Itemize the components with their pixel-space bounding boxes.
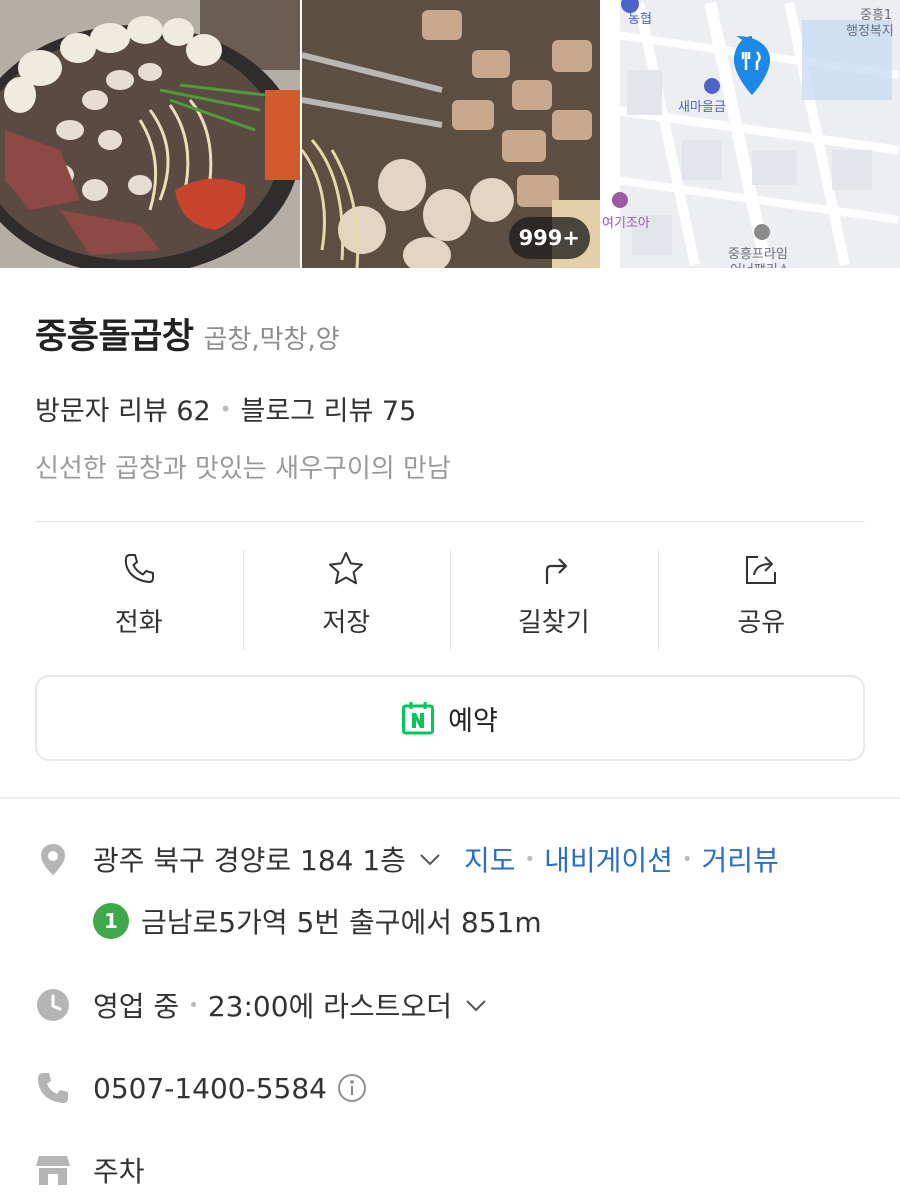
subway-row: 1 금남로5가역 5번 출구에서 851m <box>93 901 865 941</box>
title-row: 중흥돌곱창 곱창,막창,양 <box>35 308 865 359</box>
info-icon[interactable] <box>337 1073 367 1103</box>
phone-icon <box>124 554 154 583</box>
chevron-down-icon[interactable] <box>418 847 442 871</box>
place-description: 신선한 곱창과 맛있는 새우구이의 만남 <box>35 454 451 484</box>
share-label: 공유 <box>737 608 786 638</box>
call-button[interactable]: 전화 <box>35 548 243 648</box>
photo-count-badge: 999+ <box>508 217 590 259</box>
streetview-link[interactable]: 거리뷰 <box>702 839 779 879</box>
separator-dot: • <box>681 848 693 870</box>
parking-row: 주차 <box>35 1150 865 1190</box>
address-text[interactable]: 광주 북구 경양로 184 1층 <box>93 839 406 879</box>
separator-dot: • <box>188 994 199 1016</box>
address-row: 광주 북구 경양로 184 1층 지도 • 내비게이션 • 거리뷰 <box>35 839 865 879</box>
share-button[interactable]: 공유 <box>657 548 866 650</box>
location-pin-icon <box>41 844 65 875</box>
phone-icon <box>38 1073 68 1103</box>
map-link[interactable]: 지도 <box>464 839 516 879</box>
subway-line-badge: 1 <box>93 903 129 939</box>
blog-review-link[interactable]: 블로그 리뷰 75 <box>241 389 417 428</box>
naver-booking-icon <box>402 702 435 735</box>
food-photo-2[interactable]: 999+ <box>302 0 600 268</box>
map-label-apartment-2: 어너팰리스 <box>730 259 790 268</box>
image-gallery: 999+ 농협 중흥1 행정복지 새마을금 여기조아 중흥프라임 <box>0 0 900 268</box>
directions-label: 길찾기 <box>517 608 590 638</box>
business-status: 영업 중 <box>93 990 180 1023</box>
chevron-down-icon[interactable] <box>464 993 488 1017</box>
directions-button[interactable]: 길찾기 <box>450 548 658 650</box>
place-name: 중흥돌곱창 <box>35 317 194 357</box>
star-icon <box>329 552 364 585</box>
action-bar: 전화 저장 길찾기 공유 <box>35 548 866 650</box>
hours-row[interactable]: 영업 중 • 23:00에 라스트오더 <box>35 985 865 1025</box>
section-divider <box>0 797 900 799</box>
clock-icon <box>37 989 69 1021</box>
reserve-button[interactable]: 예약 <box>35 675 865 761</box>
place-info: 중흥돌곱창 곱창,막창,양 방문자 리뷰 62 • 블로그 리뷰 75 신선한 … <box>0 308 900 761</box>
parking-text: 주차 <box>93 1155 145 1188</box>
save-button[interactable]: 저장 <box>242 548 451 650</box>
divider <box>35 521 865 522</box>
separator-dot: • <box>219 396 232 421</box>
review-row: 방문자 리뷰 62 • 블로그 리뷰 75 <box>35 389 865 428</box>
location-map-thumbnail[interactable]: 농협 중흥1 행정복지 새마을금 여기조아 중흥프라임 어너팰리스 <box>602 0 900 268</box>
subway-info: 금남로5가역 5번 출구에서 851m <box>141 906 542 939</box>
store-icon <box>36 1156 70 1185</box>
share-icon <box>746 556 777 584</box>
phone-row: 0507-1400-5584 <box>35 1070 865 1106</box>
map-label-saemaeul: 새마을금 <box>678 100 726 115</box>
separator-dot: • <box>524 848 536 870</box>
reserve-label: 예약 <box>448 705 498 737</box>
place-details: 광주 북구 경양로 184 1층 지도 • 내비게이션 • 거리뷰 1 금남로5… <box>0 839 900 1190</box>
visitor-review-link[interactable]: 방문자 리뷰 62 <box>35 389 211 428</box>
map-label-cafe: 여기조아 <box>602 216 650 231</box>
phone-number[interactable]: 0507-1400-5584 <box>93 1072 327 1105</box>
call-label: 전화 <box>114 608 163 638</box>
navigation-link[interactable]: 내비게이션 <box>544 839 673 879</box>
place-category: 곱창,막창,양 <box>203 325 340 355</box>
turn-right-arrow-icon <box>545 558 567 584</box>
map-label-bank: 농협 <box>628 12 652 27</box>
food-photo-1[interactable] <box>0 0 300 268</box>
map-label-district-2: 행정복지 <box>846 24 894 39</box>
last-order-text: 23:00에 라스트오더 <box>207 990 452 1023</box>
save-label: 저장 <box>322 608 371 638</box>
